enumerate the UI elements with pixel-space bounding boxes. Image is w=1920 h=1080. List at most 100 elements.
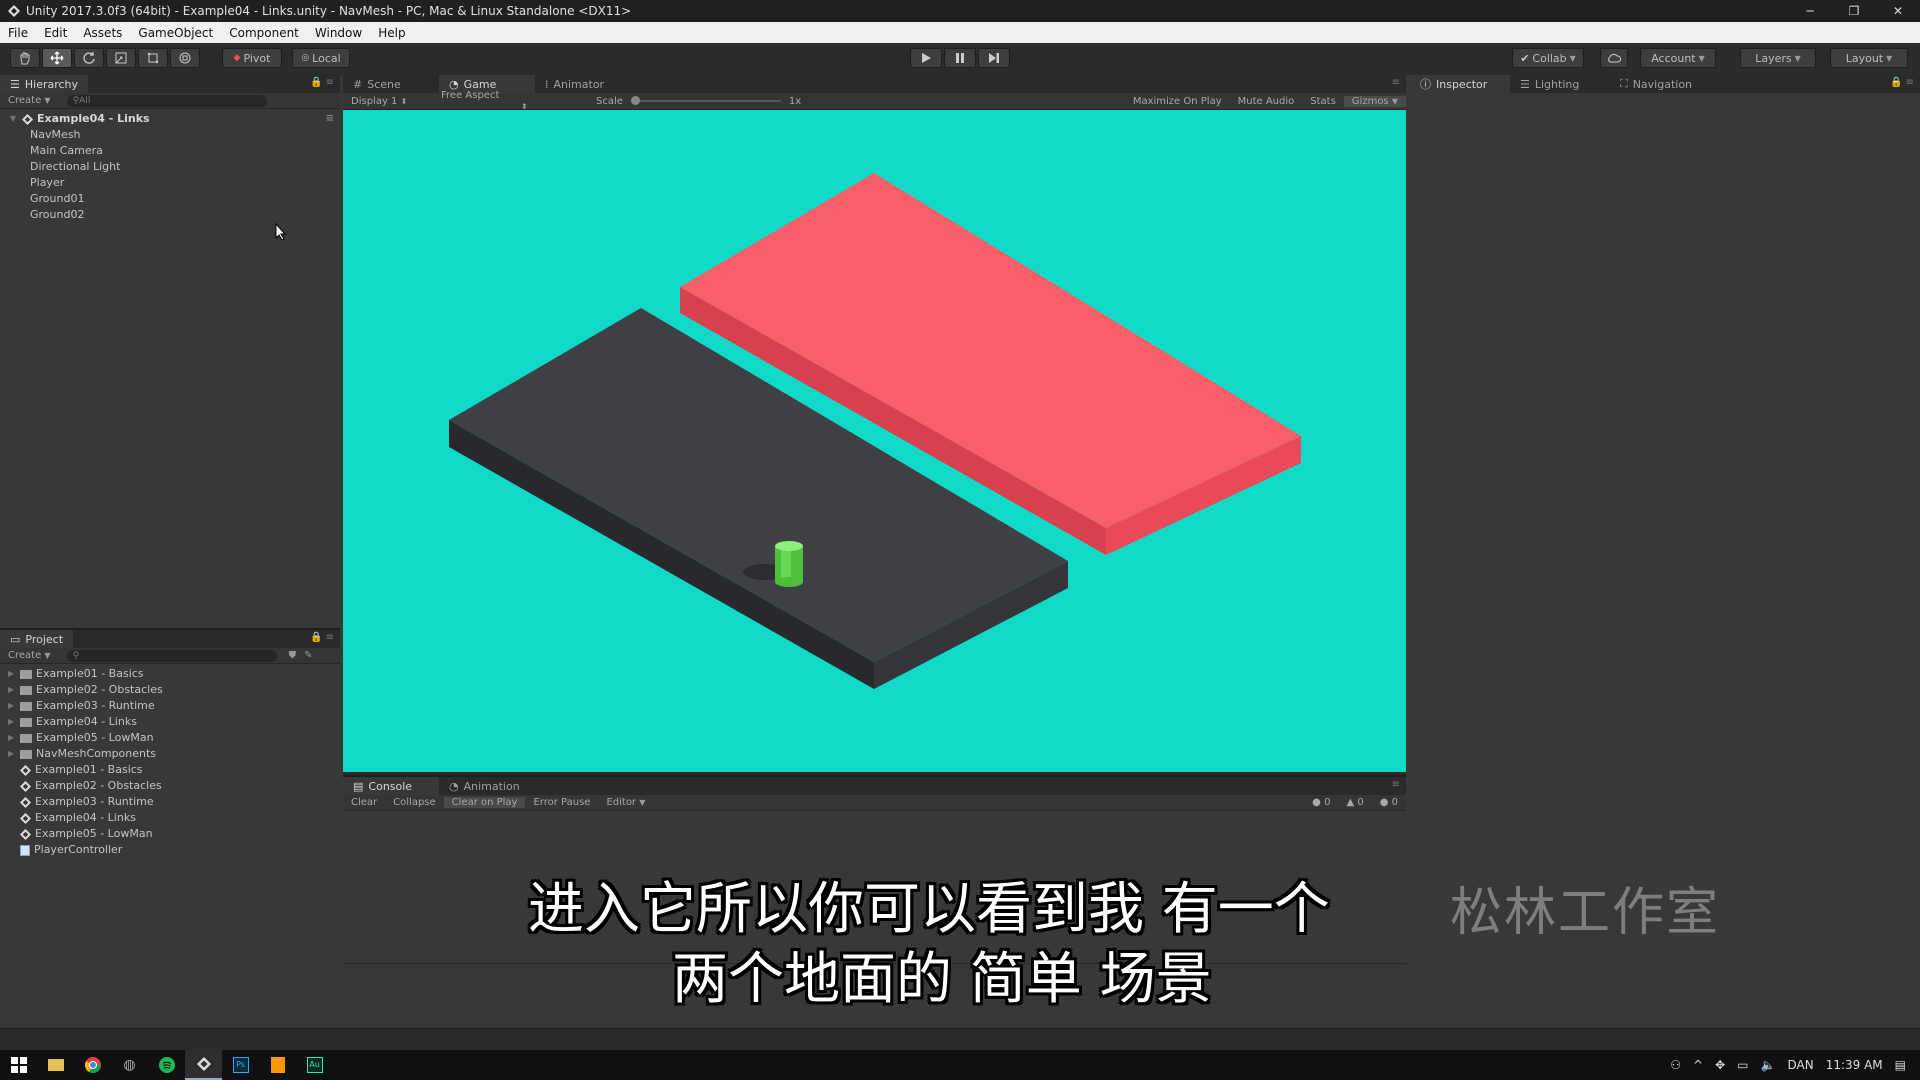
chevron-up-icon[interactable]: ^ [1693, 1058, 1703, 1072]
volume-icon[interactable]: 🔈 [1761, 1058, 1776, 1072]
list-item[interactable]: Example02 - Obstacles [0, 778, 340, 794]
hierarchy-search-input[interactable]: ⚲All [66, 94, 267, 107]
slider-thumb[interactable] [630, 96, 640, 105]
move-tool-button[interactable] [42, 48, 72, 68]
list-item[interactable]: Main Camera [0, 143, 340, 159]
warning-count-toggle[interactable]: ▲ 0 [1338, 797, 1371, 808]
menu-edit[interactable]: Edit [36, 26, 75, 40]
expand-arrow-icon[interactable]: ▶ [6, 714, 16, 730]
expand-arrow-icon[interactable]: ▶ [6, 746, 16, 762]
taskbar-app[interactable]: ◍ [111, 1050, 148, 1080]
list-item[interactable]: Ground01 [0, 191, 340, 207]
transform-tool-button[interactable] [170, 48, 200, 68]
list-item[interactable]: Example01 - Basics [0, 762, 340, 778]
tab-hierarchy[interactable]: ☰ Hierarchy [0, 75, 89, 93]
game-viewport[interactable] [343, 110, 1406, 772]
people-icon[interactable]: ⚇ [1670, 1058, 1681, 1072]
tab-inspector[interactable]: ⓘ Inspector [1410, 75, 1510, 93]
error-count-toggle[interactable]: ● 0 [1372, 797, 1406, 808]
cloud-button[interactable] [1600, 48, 1628, 68]
display-dropdown[interactable]: Display 1 ⬍ [343, 96, 433, 107]
project-create-button[interactable]: Create ▼ [0, 650, 59, 661]
stats-toggle[interactable]: Stats [1302, 96, 1344, 107]
menu-assets[interactable]: Assets [75, 26, 130, 40]
list-item[interactable]: Directional Light [0, 159, 340, 175]
taskbar-spotify[interactable] [148, 1050, 185, 1080]
notification-icon[interactable]: ▤ [1895, 1058, 1906, 1072]
menu-component[interactable]: Component [221, 26, 307, 40]
clear-button[interactable]: Clear [343, 797, 385, 808]
rotate-tool-button[interactable] [74, 48, 104, 68]
list-item[interactable]: Example03 - Runtime [0, 794, 340, 810]
taskbar-photoshop[interactable]: Ps [222, 1050, 259, 1080]
hierarchy-create-button[interactable]: Create ▼ [0, 95, 59, 106]
play-button[interactable] [910, 48, 942, 68]
list-item[interactable]: Example05 - LowMan [0, 826, 340, 842]
panel-menu-icon[interactable]: 🔒 ≡ [310, 632, 334, 643]
scale-slider[interactable] [630, 96, 781, 105]
menu-help[interactable]: Help [370, 26, 413, 40]
list-item[interactable]: Example04 - Links [0, 810, 340, 826]
list-item[interactable]: ▶ Example01 - Basics [0, 666, 340, 682]
maximize-on-play-toggle[interactable]: Maximize On Play [1125, 96, 1230, 107]
list-item[interactable]: PlayerController [0, 842, 340, 858]
minimize-button[interactable]: ─ [1788, 0, 1832, 22]
local-toggle[interactable]: ◎ Local [292, 48, 350, 68]
collab-dropdown[interactable]: ✔ Collab ▼ [1512, 48, 1584, 68]
rect-tool-button[interactable] [138, 48, 168, 68]
filter-type-icon[interactable]: ⛊ [289, 650, 297, 661]
panel-menu-icon[interactable]: ≡ [1392, 77, 1400, 88]
list-item[interactable]: Player [0, 175, 340, 191]
collapse-toggle[interactable]: Collapse [385, 797, 444, 808]
taskbar-sublime[interactable] [259, 1050, 296, 1080]
hand-tool-button[interactable] [10, 48, 40, 68]
tab-navigation[interactable]: ⛶ Navigation [1610, 75, 1720, 93]
clock[interactable]: 11:39 AM [1826, 1058, 1883, 1072]
expand-arrow-icon[interactable]: ▼ [8, 111, 18, 127]
start-button[interactable] [0, 1050, 37, 1080]
expand-arrow-icon[interactable]: ▶ [6, 666, 16, 682]
layout-dropdown[interactable]: Layout ▼ [1830, 48, 1908, 68]
pivot-toggle[interactable]: ◆ Pivot [222, 48, 282, 68]
filter-label-icon[interactable]: ✎ [304, 650, 312, 661]
info-count-toggle[interactable]: ● 0 [1304, 797, 1338, 808]
error-pause-toggle[interactable]: Error Pause [525, 797, 598, 808]
list-item[interactable]: ▶ Example05 - LowMan [0, 730, 340, 746]
taskbar-explorer[interactable] [37, 1050, 74, 1080]
list-item[interactable]: NavMesh [0, 127, 340, 143]
panel-menu-icon[interactable]: 🔒 ≡ [310, 77, 334, 88]
taskbar-audition[interactable]: Au [296, 1050, 333, 1080]
menu-window[interactable]: Window [307, 26, 370, 40]
scene-menu-icon[interactable]: ≡ [326, 111, 334, 127]
scene-root[interactable]: ▼ Example04 - Links ≡ [0, 111, 340, 127]
list-item[interactable]: ▶ Example03 - Runtime [0, 698, 340, 714]
language-indicator[interactable]: DAN [1787, 1058, 1813, 1072]
aspect-dropdown[interactable]: Free Aspect ⬍ [433, 90, 588, 112]
list-item[interactable]: ▶ Example02 - Obstacles [0, 682, 340, 698]
gizmos-dropdown[interactable]: Gizmos ▼ [1343, 95, 1406, 107]
dropbox-icon[interactable]: ✥ [1715, 1058, 1725, 1072]
taskbar-chrome[interactable] [74, 1050, 111, 1080]
account-dropdown[interactable]: Account ▼ [1640, 48, 1716, 68]
scale-tool-button[interactable] [106, 48, 136, 68]
list-item[interactable]: Ground02 [0, 207, 340, 223]
tab-project[interactable]: ▭ Project [0, 630, 74, 648]
layers-dropdown[interactable]: Layers ▼ [1740, 48, 1816, 68]
taskbar-unity[interactable] [185, 1050, 222, 1080]
mute-audio-toggle[interactable]: Mute Audio [1230, 96, 1303, 107]
pause-button[interactable] [944, 48, 976, 68]
expand-arrow-icon[interactable]: ▶ [6, 698, 16, 714]
expand-arrow-icon[interactable]: ▶ [6, 730, 16, 746]
list-item[interactable]: ▶ Example04 - Links [0, 714, 340, 730]
panel-menu-icon[interactable]: ≡ [1392, 779, 1400, 790]
expand-arrow-icon[interactable]: ▶ [6, 682, 16, 698]
tab-scene[interactable]: # Scene [343, 75, 439, 93]
menu-file[interactable]: File [0, 26, 36, 40]
clear-on-play-toggle[interactable]: Clear on Play [443, 797, 526, 808]
network-icon[interactable]: ▭ [1737, 1058, 1748, 1072]
tab-lighting[interactable]: ☰ Lighting [1510, 75, 1610, 93]
step-button[interactable] [978, 48, 1010, 68]
close-button[interactable]: ✕ [1876, 0, 1920, 22]
editor-dropdown[interactable]: Editor ▼ [598, 797, 653, 808]
menu-gameobject[interactable]: GameObject [130, 26, 221, 40]
